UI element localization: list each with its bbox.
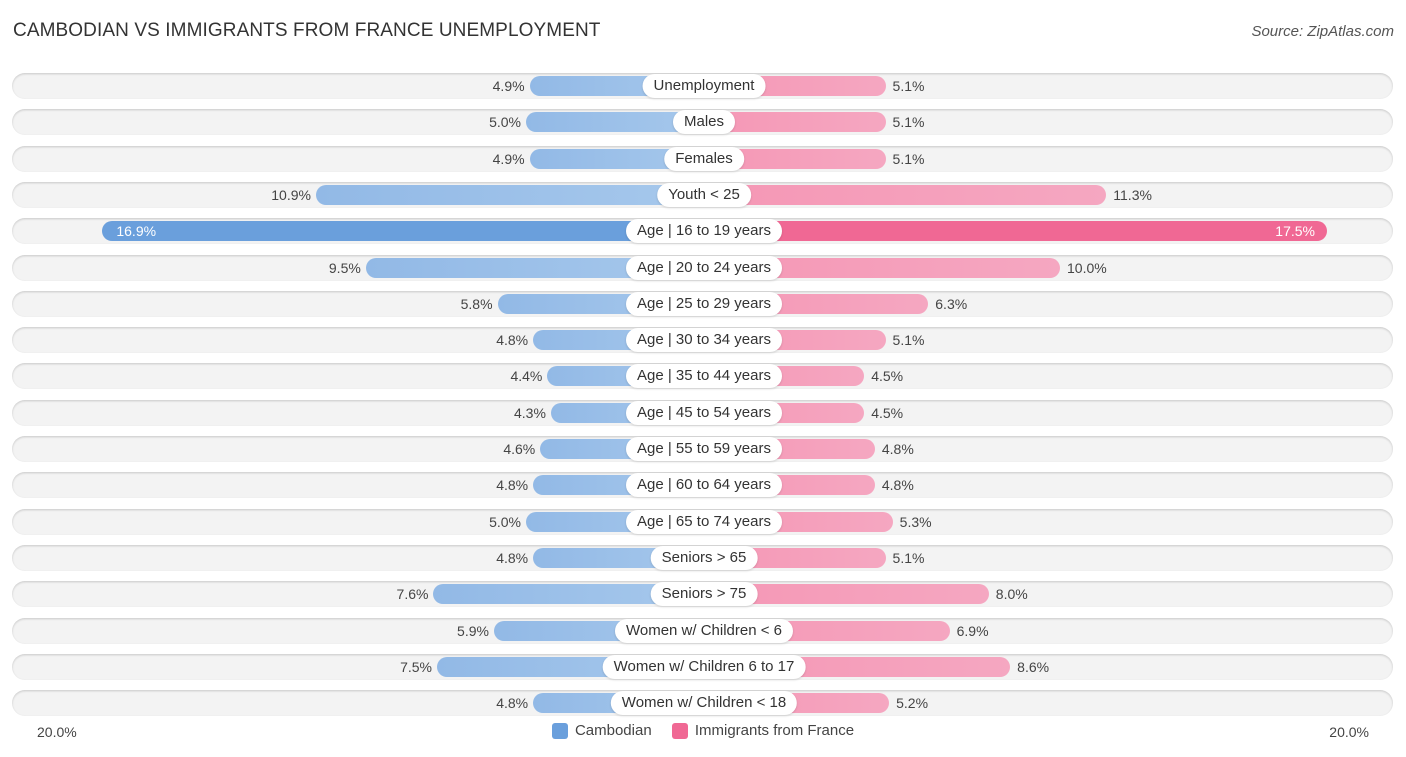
value-label-immigrants-from-france: 5.1% — [892, 549, 925, 566]
value-label-cambodian: 5.0% — [489, 513, 521, 530]
legend-swatch-cambodian — [551, 722, 568, 739]
value-label-cambodian: 4.8% — [496, 477, 529, 494]
category-label: Age | 60 to 64 years — [626, 473, 782, 498]
value-label-cambodian: 5.0% — [489, 114, 521, 131]
category-label: Age | 25 to 29 years — [626, 291, 782, 316]
category-label: Unemployment — [642, 74, 766, 98]
value-label-immigrants-from-france: 4.8% — [881, 477, 914, 494]
value-label-immigrants-from-france: 4.5% — [871, 404, 904, 421]
category-label: Seniors > 65 — [650, 545, 758, 570]
value-label-immigrants-from-france: 17.5% — [1275, 223, 1315, 240]
legend-item-immigrants-from-france: Immigrants from France — [671, 722, 855, 739]
category-label: Age | 20 to 24 years — [626, 255, 782, 280]
value-label-immigrants-from-france: 5.1% — [892, 332, 925, 349]
category-label: Females — [664, 146, 744, 171]
value-label-immigrants-from-france: 4.5% — [871, 368, 904, 385]
value-label-immigrants-from-france: 8.6% — [1017, 658, 1050, 675]
category-label: Youth < 25 — [657, 182, 751, 207]
legend-swatch-immigrants-from-france — [671, 722, 688, 739]
legend: Cambodian Immigrants from France — [0, 722, 1406, 743]
category-label: Age | 55 to 59 years — [626, 437, 782, 461]
category-label: Age | 65 to 74 years — [626, 509, 782, 534]
value-label-cambodian: 7.6% — [396, 586, 429, 603]
value-label-immigrants-from-france: 6.3% — [935, 295, 968, 312]
value-label-cambodian: 4.9% — [492, 150, 525, 167]
value-label-cambodian: 9.5% — [328, 259, 361, 276]
value-label-cambodian: 4.8% — [496, 549, 529, 566]
value-label-immigrants-from-france: 5.3% — [899, 513, 932, 530]
chart-area: 4.9% 5.1% Unemployment 5.0% 5.1% Males 4.9% 5.1… — [0, 0, 1406, 757]
value-label-immigrants-from-france: 5.1% — [892, 150, 925, 167]
value-label-cambodian: 5.9% — [457, 622, 489, 639]
legend-label-immigrants-from-france: Immigrants from France — [694, 722, 855, 739]
value-label-immigrants-from-france: 5.2% — [896, 695, 929, 712]
bar-immigrants-from-france — [704, 221, 1327, 242]
category-label: Women w/ Children < 6 — [614, 618, 794, 643]
value-label-cambodian: 4.4% — [510, 368, 543, 385]
category-label: Males — [672, 110, 736, 135]
value-label-cambodian: 4.3% — [514, 404, 546, 421]
value-label-cambodian: 4.6% — [503, 441, 536, 457]
value-label-immigrants-from-france: 6.9% — [956, 622, 989, 639]
category-label: Women w/ Children 6 to 17 — [602, 654, 806, 679]
bar-immigrants-from-france — [704, 184, 1107, 205]
bar-cambodian — [102, 221, 704, 242]
value-label-immigrants-from-france: 8.0% — [995, 586, 1028, 603]
value-label-immigrants-from-france: 5.1% — [892, 78, 925, 94]
value-label-cambodian: 16.9% — [116, 223, 157, 240]
value-label-immigrants-from-france: 4.8% — [881, 441, 914, 457]
legend-label-cambodian: Cambodian — [574, 722, 652, 739]
value-label-cambodian: 7.5% — [400, 658, 432, 675]
value-label-cambodian: 10.9% — [271, 186, 311, 203]
category-label: Age | 45 to 54 years — [626, 400, 782, 425]
value-label-cambodian: 4.8% — [496, 695, 529, 712]
value-label-cambodian: 5.8% — [460, 295, 493, 312]
legend-item-cambodian: Cambodian — [551, 722, 652, 739]
value-label-cambodian: 4.8% — [496, 332, 529, 349]
value-label-immigrants-from-france: 10.0% — [1067, 259, 1107, 276]
value-label-immigrants-from-france: 5.1% — [892, 114, 925, 131]
category-label: Women w/ Children < 18 — [610, 691, 798, 716]
value-label-immigrants-from-france: 11.3% — [1113, 186, 1152, 203]
value-label-cambodian: 4.9% — [492, 78, 525, 94]
category-label: Age | 16 to 19 years — [626, 219, 782, 244]
category-label: Age | 30 to 34 years — [626, 328, 782, 353]
bar-cambodian — [315, 184, 704, 205]
category-label: Age | 35 to 44 years — [626, 364, 782, 389]
category-label: Seniors > 75 — [650, 582, 758, 607]
